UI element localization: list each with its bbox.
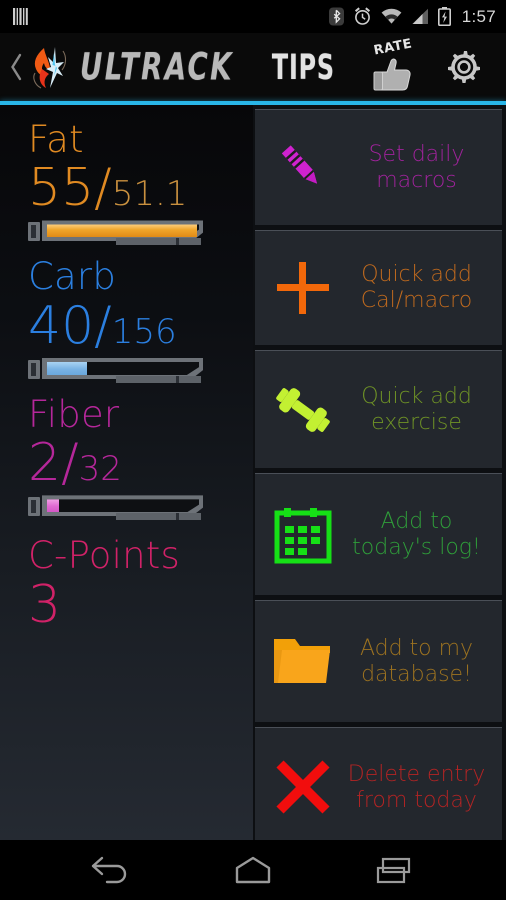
- nav-home-button[interactable]: [218, 846, 288, 894]
- menu-item-add-to-todays-log[interactable]: Add to today's log!: [255, 473, 502, 595]
- macro-label-carb: Carb: [28, 255, 117, 299]
- macro-current-carb: 40: [28, 295, 95, 356]
- progress-cap: [28, 497, 40, 517]
- macro-row-c-points: C-Points 3: [28, 534, 253, 631]
- status-bar-left: [12, 7, 29, 26]
- progress-fill: [47, 224, 197, 238]
- menu-item-label: Add to my database!: [359, 635, 474, 687]
- macro-goal-fat: 51.1: [111, 174, 188, 215]
- back-chevron-icon[interactable]: [6, 52, 26, 82]
- menu-item-label: Delete entry from today: [347, 761, 486, 813]
- cell-signal-icon: [411, 8, 428, 24]
- macro-progress-carb: [28, 357, 203, 383]
- macro-separator-fat: /: [94, 158, 112, 219]
- macro-separator-fiber: /: [61, 433, 79, 494]
- macro-goal-carb: 156: [111, 311, 177, 352]
- battery-charging-icon: [437, 7, 451, 26]
- menu-item-delete-entry-from-today[interactable]: Delete entry from today: [255, 727, 502, 847]
- macro-current-c-points: 3: [28, 574, 62, 635]
- macro-values-carb: 40/156: [28, 300, 253, 352]
- folder-icon: [265, 631, 341, 693]
- recents-icon: [376, 857, 411, 884]
- status-bar-right: 1:57: [328, 6, 496, 27]
- macro-goal-fiber: 32: [78, 449, 122, 490]
- nav-recents-button[interactable]: [360, 846, 430, 894]
- progress-fill: [47, 499, 59, 513]
- progress-cap: [28, 222, 40, 242]
- progress-cap: [28, 359, 40, 379]
- menu-item-quick-add-cal-macro[interactable]: Quick add Cal/macro: [255, 230, 502, 345]
- macro-values-fat: 55/51.1: [28, 162, 253, 214]
- settings-button[interactable]: [442, 45, 486, 89]
- macro-row-fat: Fat 55/51.1: [28, 118, 253, 246]
- content-area: Fat 55/51.1 Carb 40/156 Fiber 2/32 C-Poi…: [0, 105, 506, 847]
- tips-button[interactable]: TIPS: [272, 47, 335, 88]
- menu-item-set-daily-macros[interactable]: Set daily macros: [255, 109, 502, 225]
- progress-foot: [116, 375, 201, 383]
- app-bar-branding[interactable]: ULTRACK: [0, 43, 253, 91]
- progress-track: [47, 499, 199, 513]
- menu-item-label: Set daily macros: [368, 141, 465, 193]
- macro-values-fiber: 2/32: [28, 437, 253, 489]
- progress-foot: [116, 513, 201, 521]
- action-menu-panel: Set daily macros Quick add Cal/macro Qui…: [253, 105, 506, 847]
- macro-row-fiber: Fiber 2/32: [28, 392, 253, 521]
- app-logo-icon: [27, 43, 71, 91]
- app-bar: ULTRACK TIPS RATE: [0, 33, 506, 101]
- barcode-icon: [13, 8, 28, 25]
- nav-back-button[interactable]: [76, 846, 146, 894]
- menu-item-add-to-my-database[interactable]: Add to my database!: [255, 600, 502, 722]
- macro-row-carb: Carb 40/156: [28, 255, 253, 383]
- app-title: ULTRACK: [80, 45, 234, 89]
- menu-item-label: Quick add Cal/macro: [360, 262, 473, 313]
- macro-label-fat: Fat: [28, 118, 84, 161]
- menu-item-quick-add-exercise[interactable]: Quick add exercise: [255, 350, 502, 468]
- macro-separator-carb: /: [94, 295, 112, 356]
- thumbs-up-icon: [373, 58, 411, 91]
- dumbbell-icon: [265, 379, 341, 441]
- bluetooth-icon: [328, 7, 344, 26]
- x-icon: [265, 757, 341, 819]
- home-icon: [235, 856, 271, 884]
- alarm-icon: [354, 7, 370, 25]
- macro-current-fiber: 2: [28, 433, 62, 494]
- app-root: 1:57 ULTRACK TIPS RATE Fat 55/51.1 Carb …: [0, 0, 506, 900]
- wifi-icon: [381, 8, 402, 24]
- plus-icon: [265, 257, 341, 319]
- macro-label-fiber: Fiber: [28, 392, 120, 436]
- calendar-icon: [265, 504, 341, 566]
- macro-progress-fat: [28, 220, 203, 246]
- progress-foot: [116, 238, 201, 246]
- macro-summary-panel: Fat 55/51.1 Carb 40/156 Fiber 2/32 C-Poi…: [0, 105, 253, 840]
- android-nav-bar: [0, 840, 506, 900]
- menu-item-label: Add to today's log!: [352, 508, 481, 560]
- macro-values-c-points: 3: [28, 579, 253, 631]
- progress-fill: [47, 361, 87, 375]
- rate-button[interactable]: RATE: [365, 36, 419, 92]
- macro-progress-fiber: [28, 495, 203, 521]
- app-bar-actions: TIPS RATE: [253, 36, 506, 92]
- back-icon: [91, 856, 127, 884]
- status-bar-clock: 1:57: [461, 6, 496, 26]
- macro-current-fat: 55: [28, 158, 95, 219]
- macro-label-c-points: C-Points: [28, 534, 180, 578]
- menu-item-label: Quick add exercise: [361, 383, 472, 435]
- pencil-icon: [265, 137, 341, 199]
- gear-icon: [448, 51, 481, 83]
- status-bar: 1:57: [0, 0, 506, 33]
